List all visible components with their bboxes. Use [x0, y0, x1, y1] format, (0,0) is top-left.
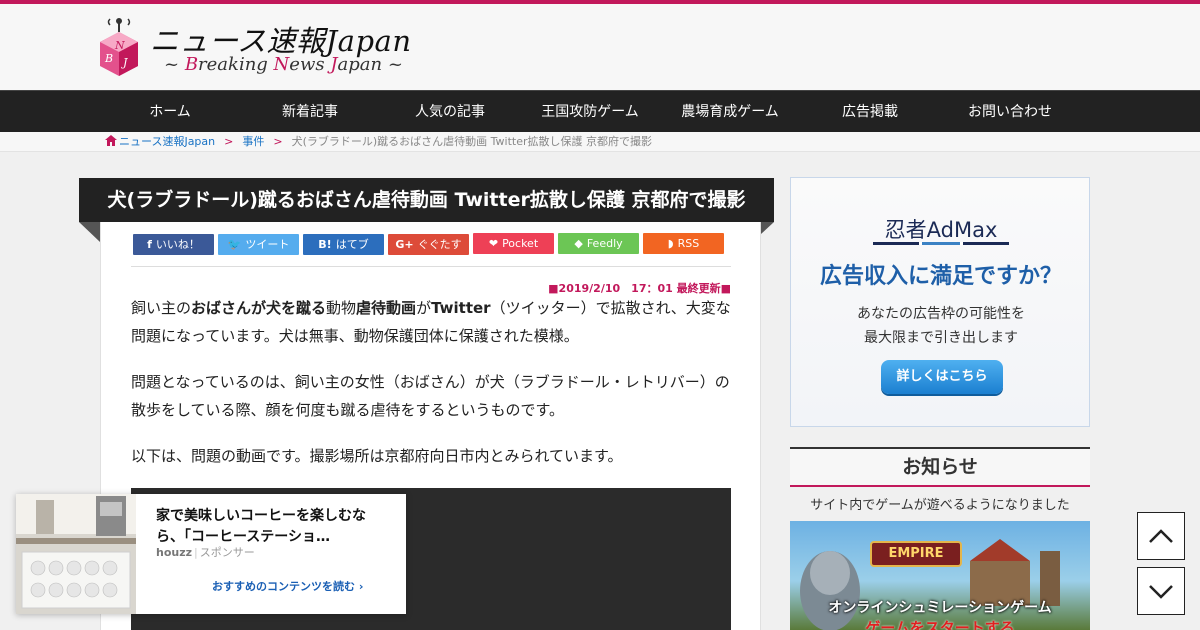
- share-rss-button[interactable]: ◗ RSS: [643, 233, 724, 254]
- nav-item-kingdom-game[interactable]: 王国攻防ゲーム: [520, 91, 660, 133]
- breadcrumb-separator: >: [273, 135, 283, 148]
- admax-brand-underline: [873, 242, 1009, 245]
- breadcrumb-home-link[interactable]: ニュース速報Japan: [119, 135, 215, 148]
- share-feedly-button[interactable]: ◆ Feedly: [558, 233, 639, 254]
- nav-item-farm-game[interactable]: 農場育成ゲーム: [660, 91, 800, 133]
- article-title: 犬(ラブラドール)蹴るおばさん虐待動画 Twitter拡散し保護 京都府で撮影: [79, 178, 774, 222]
- breadcrumb: ニュース速報Japan > 事件 > 犬(ラブラドール)蹴るおばさん虐待動画 Twitt…: [0, 132, 1200, 152]
- main-nav: ホーム 新着記事 人気の記事 王国攻防ゲーム 農場育成ゲーム 広告掲載 お問い合…: [0, 90, 1200, 132]
- nav-item-contact[interactable]: お問い合わせ: [940, 91, 1080, 133]
- article-paragraph-3: 以下は、問題の動画です。撮影場所は京都府向日市内とみられています。: [131, 447, 623, 465]
- empire-game-banner[interactable]: EMPIRE オンラインシュミレーションゲーム ゲームをスタートする: [790, 521, 1090, 630]
- admax-sidebar-ad[interactable]: 忍者AdMax 広告収入に満足ですか？ あなたの広告枠の可能性を 最大限まで引き出…: [790, 177, 1090, 427]
- hatena-icon: B!: [318, 238, 332, 251]
- native-ad-source: houzz | スポンサー: [156, 546, 255, 559]
- article-divider: [131, 266, 731, 267]
- breadcrumb-current: 犬(ラブラドール)蹴るおばさん虐待動画 Twitter拡散し保護 京都府で撮影: [291, 135, 653, 148]
- twitter-icon: 🐦: [227, 238, 242, 251]
- native-ad-title[interactable]: 家で美味しいコーヒーを楽しむなら、「コーヒーステーショ…: [156, 506, 381, 548]
- share-google-plus-button[interactable]: G+ ぐぐたす: [388, 234, 469, 255]
- notice-heading: お知らせ: [790, 449, 1090, 485]
- notice-text: サイト内でゲームが遊べるようになりました: [810, 498, 1070, 513]
- admax-brand: 忍者AdMax: [884, 218, 998, 242]
- home-icon: [105, 135, 117, 146]
- scroll-down-button[interactable]: [1137, 567, 1185, 615]
- ribbon-fold-right: [761, 222, 774, 234]
- breadcrumb-category-link[interactable]: 事件: [242, 135, 264, 148]
- nav-item-new-articles[interactable]: 新着記事: [240, 91, 380, 133]
- pocket-icon: ❤: [488, 237, 499, 250]
- logo-letter-n: N: [114, 39, 125, 52]
- admax-headline: 広告収入に満足ですか？: [819, 264, 1062, 289]
- game-logo: EMPIRE: [870, 541, 962, 567]
- nav-item-home[interactable]: ホーム: [100, 91, 240, 133]
- rss-icon: ◗: [667, 237, 674, 250]
- article-paragraph-2: 問題となっているのは、飼い主の女性（おばさん）が犬（ラブラドール・レトリバー）の…: [131, 373, 730, 419]
- facebook-icon: f: [147, 238, 152, 251]
- scroll-up-button[interactable]: [1137, 512, 1185, 560]
- ribbon-fold-left: [79, 222, 100, 242]
- share-hatena-button[interactable]: B! はてブ: [303, 234, 384, 255]
- nav-item-popular[interactable]: 人気の記事: [380, 91, 520, 133]
- article-paragraph-1: 飼い主のおばさんが犬を蹴る動物虐待動画がTwitter（ツイッター）で拡散され、…: [131, 299, 731, 345]
- game-start-link[interactable]: ゲームをスタートする: [790, 617, 1090, 630]
- chevron-up-icon: [1149, 529, 1173, 543]
- site-header: B N J ニュース速報Japan ~ Breaking News Japan …: [0, 4, 1200, 90]
- notice-bottom-rule: [790, 485, 1090, 487]
- nav-item-advertise[interactable]: 広告掲載: [800, 91, 940, 133]
- site-logo-icon[interactable]: B N J: [98, 16, 140, 80]
- share-twitter-button[interactable]: 🐦 ツイート: [218, 234, 299, 255]
- admax-body: あなたの広告枠の可能性を 最大限まで引き出します: [857, 306, 1025, 346]
- admax-details-button[interactable]: 詳しくはこちら: [881, 360, 1003, 394]
- chevron-down-icon: [1149, 585, 1173, 599]
- share-facebook-button[interactable]: f いいね！: [133, 234, 214, 255]
- logo-letter-b: B: [104, 52, 113, 65]
- breadcrumb-separator: >: [224, 135, 234, 148]
- native-ad-read-more-link[interactable]: おすすめのコンテンツを読む ›: [212, 578, 363, 594]
- share-pocket-button[interactable]: ❤ Pocket: [473, 233, 554, 254]
- site-subtitle: ~ Breaking News Japan ~: [164, 54, 403, 75]
- google-plus-icon: G+: [395, 238, 414, 251]
- logo-letter-j: J: [121, 56, 128, 69]
- coffee-station-thumbnail[interactable]: [16, 494, 136, 614]
- native-ad-card[interactable]: 家で美味しいコーヒーを楽しむなら、「コーヒーステーショ… houzz | スポンサー…: [16, 494, 406, 614]
- feedly-icon: ◆: [574, 237, 583, 250]
- game-caption: オンラインシュミレーションゲーム: [828, 600, 1052, 616]
